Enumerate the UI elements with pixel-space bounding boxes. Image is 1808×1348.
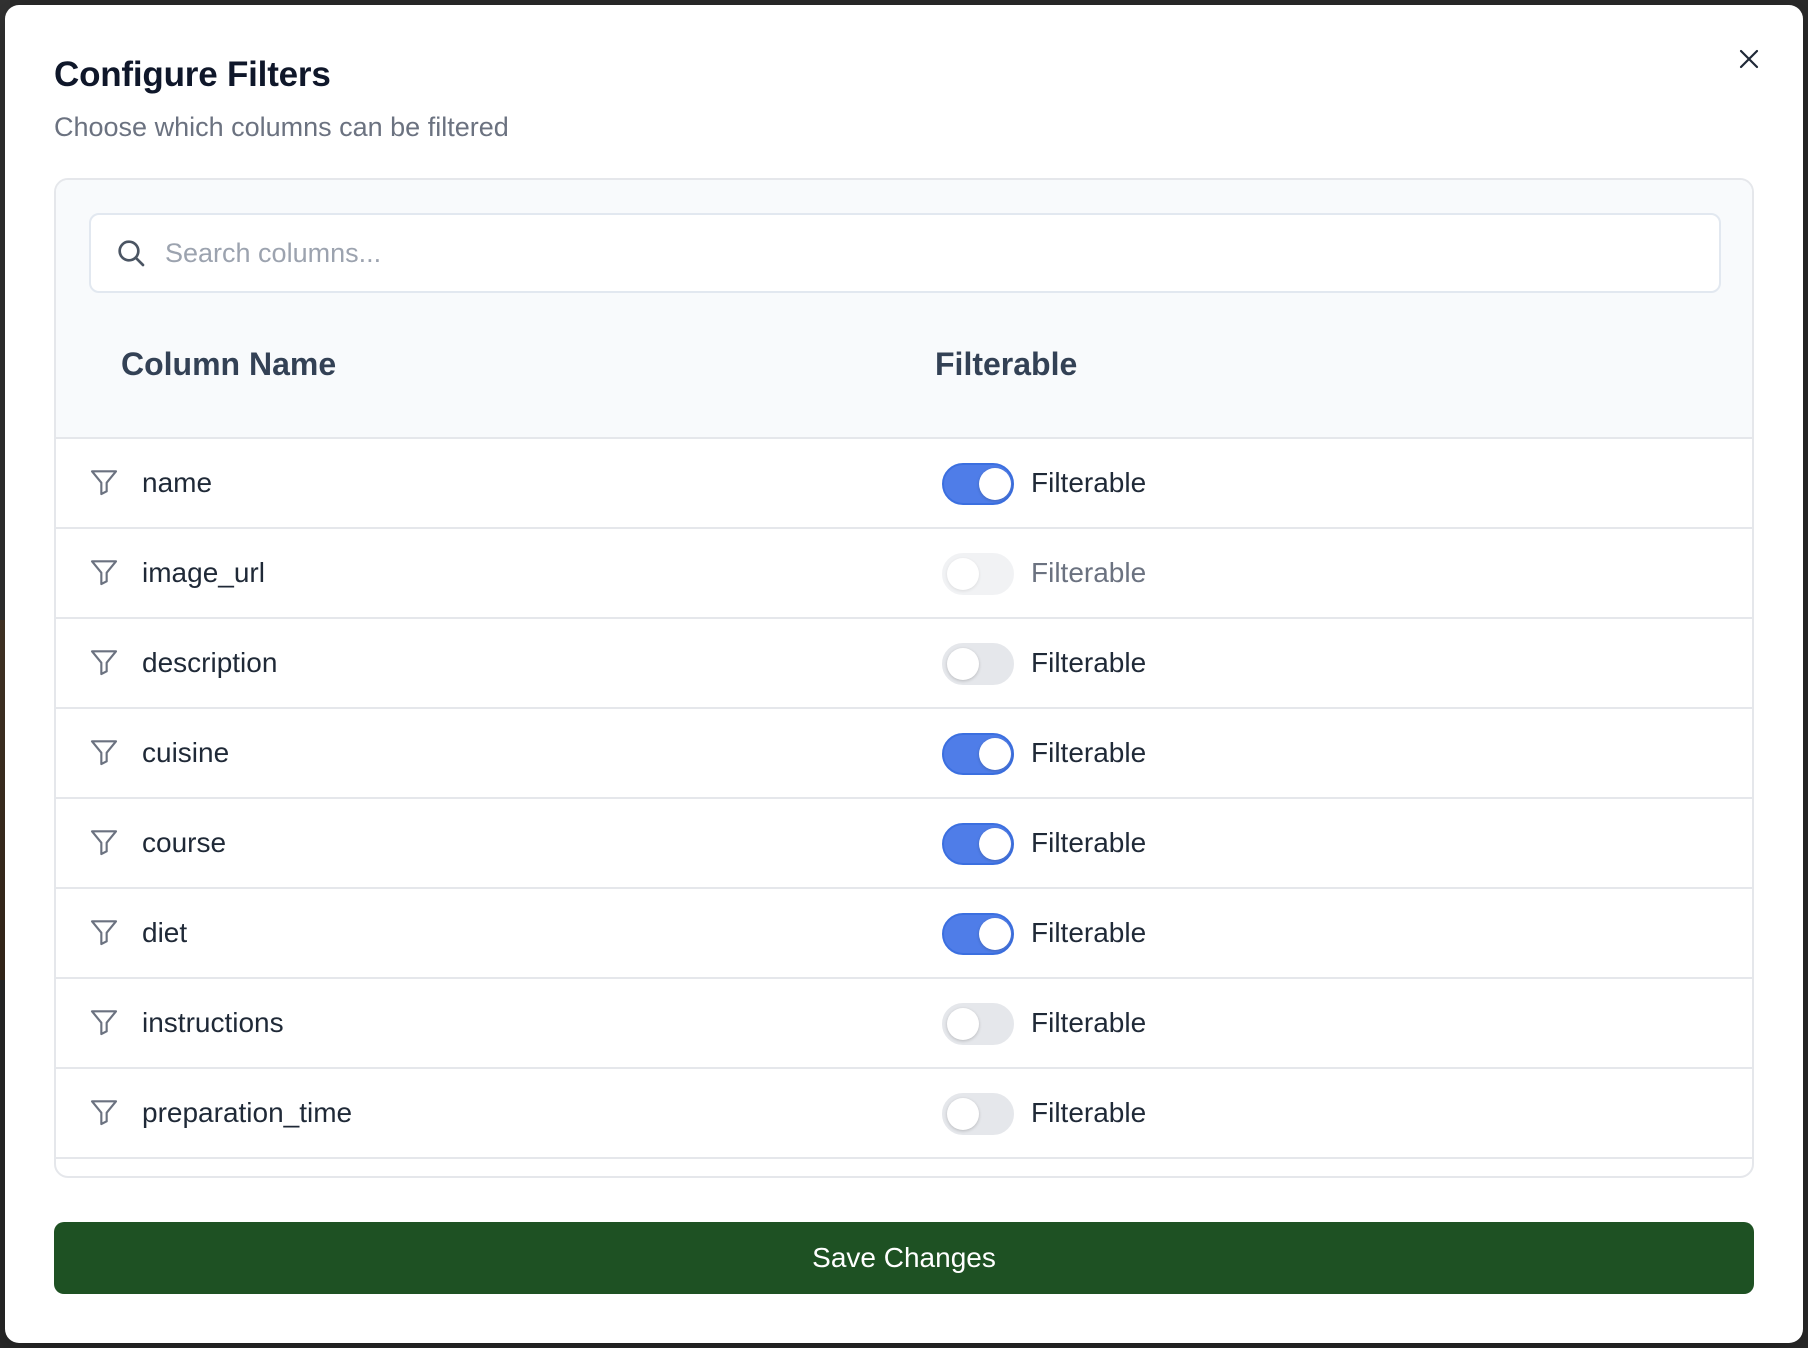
toggle-knob bbox=[979, 828, 1011, 860]
filter-icon bbox=[88, 556, 120, 588]
filterable-label: Filterable bbox=[1031, 557, 1147, 588]
column-name: cuisine bbox=[142, 737, 230, 768]
search-icon bbox=[115, 237, 147, 269]
table-row: instructions Filterable bbox=[56, 979, 1752, 1069]
column-header-name: Column Name bbox=[121, 346, 337, 382]
table-row: course Filterable bbox=[56, 799, 1752, 889]
column-name: preparation_time bbox=[142, 1097, 353, 1128]
column-name: image_url bbox=[142, 557, 265, 588]
toggle-knob bbox=[947, 648, 979, 680]
toggle-knob bbox=[947, 1098, 979, 1130]
search-input[interactable] bbox=[165, 215, 1719, 291]
filterable-label: Filterable bbox=[1031, 917, 1147, 948]
filterable-toggle bbox=[942, 553, 1014, 595]
filterable-label: Filterable bbox=[1031, 737, 1147, 768]
dialog-title: Configure Filters bbox=[54, 55, 331, 94]
table-row: image_url Filterable bbox=[56, 529, 1752, 619]
search-box[interactable] bbox=[89, 213, 1721, 293]
toggle-knob bbox=[979, 468, 1011, 500]
column-name: course bbox=[142, 827, 227, 858]
filter-icon bbox=[88, 826, 120, 858]
filterable-label: Filterable bbox=[1031, 827, 1147, 858]
filterable-toggle[interactable] bbox=[942, 733, 1014, 775]
filterable-toggle[interactable] bbox=[942, 643, 1014, 685]
table-row: name Filterable bbox=[56, 439, 1752, 529]
filterable-toggle[interactable] bbox=[942, 823, 1014, 865]
save-changes-button[interactable]: Save Changes bbox=[54, 1222, 1754, 1294]
column-header-filterable: Filterable bbox=[935, 346, 1078, 382]
filter-icon bbox=[88, 1096, 120, 1128]
column-name: diet bbox=[142, 917, 188, 948]
filterable-label: Filterable bbox=[1031, 647, 1147, 678]
close-icon bbox=[1739, 49, 1759, 69]
filterable-toggle[interactable] bbox=[942, 1093, 1014, 1135]
table-row: cuisine Filterable bbox=[56, 709, 1752, 799]
toggle-knob bbox=[947, 558, 979, 590]
table-row: description Filterable bbox=[56, 619, 1752, 709]
dialog-subtitle: Choose which columns can be filtered bbox=[54, 112, 509, 142]
filter-icon bbox=[88, 646, 120, 678]
filterable-toggle[interactable] bbox=[942, 913, 1014, 955]
panel-header: Column Name Filterable bbox=[56, 180, 1752, 439]
toggle-knob bbox=[979, 738, 1011, 770]
filterable-label: Filterable bbox=[1031, 1007, 1147, 1038]
filter-icon bbox=[88, 1006, 120, 1038]
toggle-knob bbox=[947, 1008, 979, 1040]
filter-icon bbox=[88, 736, 120, 768]
column-name: instructions bbox=[142, 1007, 284, 1038]
filterable-label: Filterable bbox=[1031, 467, 1147, 498]
columns-panel: Column Name Filterable nameFilterableima… bbox=[54, 178, 1754, 1178]
filterable-toggle[interactable] bbox=[942, 1003, 1014, 1045]
filterable-label: Filterable bbox=[1031, 1097, 1147, 1128]
columns-list: name Filterable image_url Filterable descrip… bbox=[56, 439, 1752, 1159]
table-row: diet Filterable bbox=[56, 889, 1752, 979]
close-button[interactable] bbox=[1733, 43, 1765, 75]
table-row: preparation_time Filterable bbox=[56, 1069, 1752, 1159]
configure-filters-dialog: Configure Filters Choose which columns c… bbox=[5, 5, 1803, 1343]
column-name: description bbox=[142, 647, 278, 678]
toggle-knob bbox=[979, 918, 1011, 950]
filter-icon bbox=[88, 466, 120, 498]
column-name: name bbox=[142, 467, 213, 498]
filter-icon bbox=[88, 916, 120, 948]
filterable-toggle[interactable] bbox=[942, 463, 1014, 505]
